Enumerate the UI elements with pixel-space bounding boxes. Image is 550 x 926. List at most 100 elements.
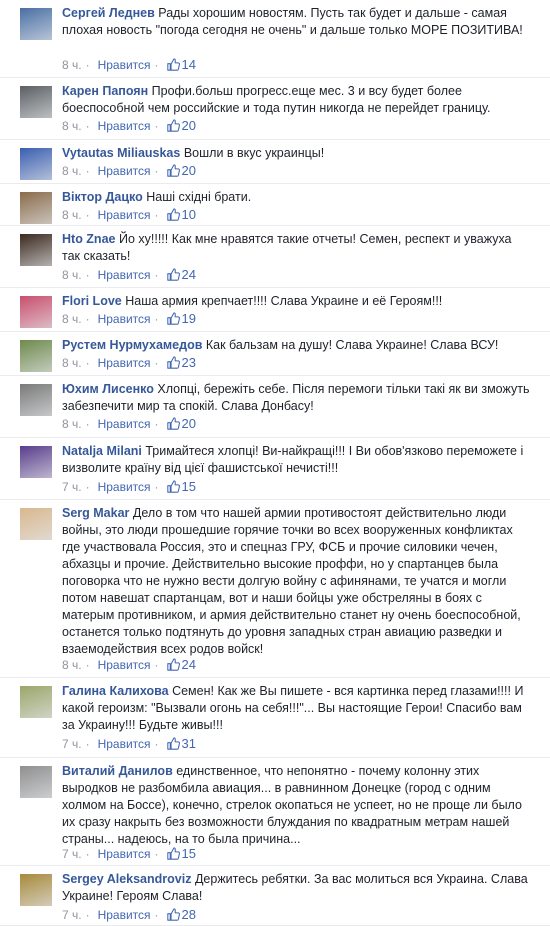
like-button[interactable]: Нравится xyxy=(98,480,151,494)
like-button[interactable]: Нравится xyxy=(98,268,151,282)
like-button[interactable]: Нравится xyxy=(98,312,151,326)
comment-item: Natalja Milani Тримайтеся хлопці! Ви-най… xyxy=(0,438,550,500)
avatar[interactable] xyxy=(20,234,52,266)
like-count[interactable]: 15 xyxy=(182,479,196,494)
comment-timestamp[interactable]: 8 ч. xyxy=(62,164,82,178)
comment-meta: 8 ч. · Нравится · 24 xyxy=(62,267,196,285)
avatar[interactable] xyxy=(20,340,52,372)
comment-timestamp[interactable]: 8 ч. xyxy=(62,356,82,370)
meta-separator: · xyxy=(85,417,90,431)
avatar[interactable] xyxy=(20,446,52,478)
avatar[interactable] xyxy=(20,766,52,798)
like-button[interactable]: Нравится xyxy=(98,658,151,672)
like-button[interactable]: Нравится xyxy=(98,417,151,431)
meta-separator: · xyxy=(85,119,90,133)
comment-text: Наша армия крепчает!!!! Слава Украине и … xyxy=(125,294,443,308)
comment-timestamp[interactable]: 7 ч. xyxy=(62,908,82,922)
comment-body: Sergey Aleksandroviz Держитесь ребятки. … xyxy=(62,871,532,905)
comment-author-link[interactable]: Сергей Леднев xyxy=(62,6,155,20)
comment-timestamp[interactable]: 8 ч. xyxy=(62,119,82,133)
avatar-image xyxy=(20,686,52,718)
comment-text: Как бальзам на душу! Слава Украине! Слав… xyxy=(205,338,499,352)
comment-item: Юхим Лисенко Хлопці, бережіть себе. Післ… xyxy=(0,376,550,438)
comment-item: Карен Папоян Профи.больш прогресс.еще ме… xyxy=(0,78,550,140)
comment-timestamp[interactable]: 8 ч. xyxy=(62,208,82,222)
avatar-image xyxy=(20,384,52,416)
avatar[interactable] xyxy=(20,296,52,328)
comment-meta: 7 ч. · Нравится · 31 xyxy=(62,736,196,754)
comment-timestamp[interactable]: 8 ч. xyxy=(62,268,82,282)
avatar[interactable] xyxy=(20,384,52,416)
comment-author-link[interactable]: Sergey Aleksandroviz xyxy=(62,872,191,886)
comment-meta: 8 ч. · Нравится · 20 xyxy=(62,416,196,434)
like-count[interactable]: 20 xyxy=(182,163,196,178)
meta-separator: · xyxy=(85,356,90,370)
comment-body: Vytautas Miliauskas Вошли в вкус украинц… xyxy=(62,145,532,162)
comment-author-link[interactable]: Виталий Данилов xyxy=(62,764,173,778)
like-count[interactable]: 28 xyxy=(182,907,196,922)
like-count[interactable]: 15 xyxy=(182,846,196,861)
like-count[interactable]: 24 xyxy=(182,267,196,282)
like-count[interactable]: 20 xyxy=(182,118,196,133)
like-count[interactable]: 23 xyxy=(182,355,196,370)
comment-timestamp[interactable]: 8 ч. xyxy=(62,58,82,72)
like-count[interactable]: 14 xyxy=(182,57,196,72)
like-button[interactable]: Нравится xyxy=(98,119,151,133)
comment-item: Сергей Леднев Рады хорошим новостям. Пус… xyxy=(0,0,550,78)
avatar[interactable] xyxy=(20,192,52,224)
comment-item: Hto Znae Йо ху!!!!! Как мне нравятся так… xyxy=(0,226,550,288)
comment-body: Рустем Нурмухамедов Как бальзам на душу!… xyxy=(62,337,532,354)
comment-meta: 8 ч. · Нравится · 20 xyxy=(62,118,196,136)
thumbs-up-icon xyxy=(166,356,180,373)
comment-item: Віктор Дацко Наші східні брати. 8 ч. · Нрав… xyxy=(0,184,550,226)
comment-timestamp[interactable]: 8 ч. xyxy=(62,658,82,672)
comment-author-link[interactable]: Hto Znae xyxy=(62,232,115,246)
avatar-image xyxy=(20,874,52,906)
comment-timestamp[interactable]: 8 ч. xyxy=(62,417,82,431)
avatar[interactable] xyxy=(20,686,52,718)
avatar-image xyxy=(20,192,52,224)
like-count[interactable]: 19 xyxy=(182,311,196,326)
like-count[interactable]: 31 xyxy=(182,736,196,751)
avatar[interactable] xyxy=(20,8,52,40)
avatar[interactable] xyxy=(20,148,52,180)
meta-separator: · xyxy=(85,312,90,326)
comment-timestamp[interactable]: 7 ч. xyxy=(62,480,82,494)
like-button[interactable]: Нравится xyxy=(98,908,151,922)
comment-author-link[interactable]: Serg Makar xyxy=(62,506,129,520)
comment-timestamp[interactable]: 7 ч. xyxy=(62,847,82,861)
comment-meta: 8 ч. · Нравится · 14 xyxy=(62,57,196,75)
like-button[interactable]: Нравится xyxy=(98,356,151,370)
like-count[interactable]: 10 xyxy=(182,207,196,222)
comment-item: Рустем Нурмухамедов Как бальзам на душу!… xyxy=(0,332,550,376)
comment-author-link[interactable]: Юхим Лисенко xyxy=(62,382,154,396)
comment-timestamp[interactable]: 8 ч. xyxy=(62,312,82,326)
thumbs-up-icon xyxy=(166,268,180,285)
like-button[interactable]: Нравится xyxy=(98,164,151,178)
like-count[interactable]: 20 xyxy=(182,416,196,431)
comment-text: Наші східні брати. xyxy=(146,190,252,204)
like-button[interactable]: Нравится xyxy=(98,847,151,861)
meta-separator: · xyxy=(85,480,90,494)
like-button[interactable]: Нравится xyxy=(98,208,151,222)
meta-separator: · xyxy=(154,208,159,222)
like-button[interactable]: Нравится xyxy=(98,737,151,751)
comment-author-link[interactable]: Flori Love xyxy=(62,294,122,308)
comment-author-link[interactable]: Vytautas Miliauskas xyxy=(62,146,180,160)
comment-author-link[interactable]: Віктор Дацко xyxy=(62,190,143,204)
comment-body: Сергей Леднев Рады хорошим новостям. Пус… xyxy=(62,5,532,39)
like-count[interactable]: 24 xyxy=(182,657,196,672)
comment-author-link[interactable]: Галина Калихова xyxy=(62,684,169,698)
thumbs-up-icon xyxy=(166,908,180,925)
thumbs-up-icon xyxy=(166,480,180,497)
avatar-image xyxy=(20,86,52,118)
comment-author-link[interactable]: Рустем Нурмухамедов xyxy=(62,338,202,352)
avatar[interactable] xyxy=(20,508,52,540)
comment-timestamp[interactable]: 7 ч. xyxy=(62,737,82,751)
comment-author-link[interactable]: Карен Папоян xyxy=(62,84,148,98)
like-button[interactable]: Нравится xyxy=(98,58,151,72)
avatar[interactable] xyxy=(20,874,52,906)
comment-author-link[interactable]: Natalja Milani xyxy=(62,444,142,458)
meta-separator: · xyxy=(85,268,90,282)
avatar[interactable] xyxy=(20,86,52,118)
